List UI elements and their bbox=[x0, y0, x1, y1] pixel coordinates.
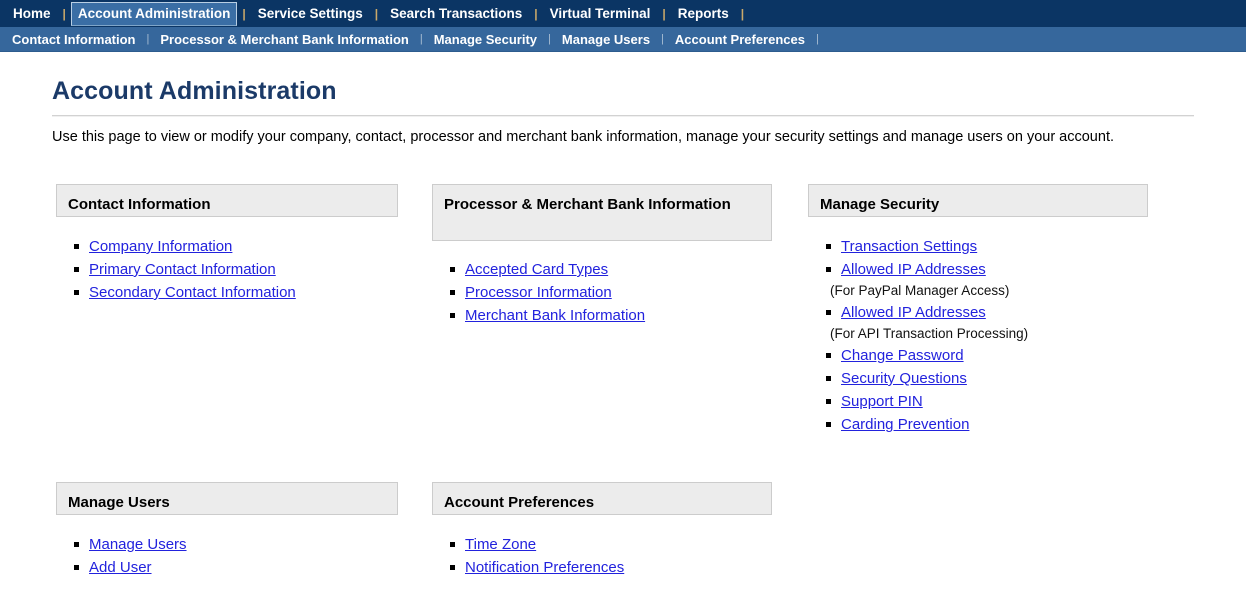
nav-separator: | bbox=[62, 6, 66, 21]
card-account-preferences: Account Preferences Time Zone Notificati… bbox=[432, 482, 772, 579]
nav-separator: | bbox=[740, 6, 745, 21]
page-title: Account Administration bbox=[52, 77, 337, 105]
list-item: Processor Information bbox=[432, 281, 772, 304]
link-time-zone[interactable]: Time Zone bbox=[465, 536, 536, 553]
link-carding-prevention[interactable]: Carding Prevention bbox=[841, 416, 969, 433]
link-secondary-contact-information[interactable]: Secondary Contact Information bbox=[89, 284, 296, 301]
link-allowed-ip-addresses-api[interactable]: Allowed IP Addresses bbox=[841, 304, 986, 321]
subnav-separator: | bbox=[815, 33, 819, 45]
card-header-account-preferences: Account Preferences bbox=[432, 482, 772, 515]
card-manage-security: Manage Security Transaction Settings All… bbox=[808, 184, 1148, 436]
list-item: Company Information bbox=[56, 235, 398, 258]
link-list-account-preferences: Time Zone Notification Preferences bbox=[432, 533, 772, 579]
card-header-contact-information: Contact Information bbox=[56, 184, 398, 217]
nav-separator: | bbox=[534, 6, 538, 21]
link-company-information[interactable]: Company Information bbox=[89, 238, 232, 255]
subnav-item-manage-users[interactable]: Manage Users bbox=[556, 29, 656, 50]
note-api-transaction-processing: (For API Transaction Processing) bbox=[830, 326, 1029, 341]
card-header-manage-users: Manage Users bbox=[56, 482, 398, 515]
subnav-separator: | bbox=[146, 33, 150, 45]
page-description: Use this page to view or modify your com… bbox=[52, 129, 1114, 145]
subnav-item-processor-merchant-bank-information[interactable]: Processor & Merchant Bank Information bbox=[154, 29, 415, 50]
list-item: Allowed IP Addresses bbox=[808, 258, 1148, 281]
note-paypal-manager-access: (For PayPal Manager Access) bbox=[830, 283, 1010, 298]
link-transaction-settings[interactable]: Transaction Settings bbox=[841, 238, 977, 255]
list-item: Accepted Card Types bbox=[432, 258, 772, 281]
nav-item-search-transactions[interactable]: Search Transactions bbox=[383, 2, 529, 26]
list-item: Carding Prevention bbox=[808, 413, 1148, 436]
card-processor-merchant-bank-information: Processor & Merchant Bank Information Ac… bbox=[432, 184, 772, 327]
nav-item-reports[interactable]: Reports bbox=[671, 2, 736, 26]
link-list-contact-information: Company Information Primary Contact Info… bbox=[56, 235, 398, 304]
subnav-item-contact-information[interactable]: Contact Information bbox=[6, 29, 142, 50]
link-allowed-ip-addresses-manager[interactable]: Allowed IP Addresses bbox=[841, 261, 986, 278]
link-security-questions[interactable]: Security Questions bbox=[841, 370, 967, 387]
card-header-manage-security: Manage Security bbox=[808, 184, 1148, 217]
link-change-password[interactable]: Change Password bbox=[841, 347, 964, 364]
subnav-item-manage-security[interactable]: Manage Security bbox=[428, 29, 543, 50]
nav-item-virtual-terminal[interactable]: Virtual Terminal bbox=[543, 2, 658, 26]
nav-separator: | bbox=[374, 6, 379, 21]
list-item: Time Zone bbox=[432, 533, 772, 556]
list-item: Notification Preferences bbox=[432, 556, 772, 579]
primary-navigation-bar: Home | Account Administration | Service … bbox=[0, 0, 1246, 27]
link-list-manage-security: Transaction Settings Allowed IP Addresse… bbox=[808, 235, 1148, 436]
card-manage-users: Manage Users Manage Users Add User bbox=[56, 482, 398, 579]
subnav-separator: | bbox=[548, 33, 551, 45]
subnav-separator: | bbox=[419, 33, 423, 45]
link-support-pin[interactable]: Support PIN bbox=[841, 393, 923, 410]
card-contact-information: Contact Information Company Information … bbox=[56, 184, 398, 304]
nav-separator: | bbox=[242, 6, 246, 21]
link-list-processor-merchant-bank-information: Accepted Card Types Processor Informatio… bbox=[432, 258, 772, 327]
nav-item-service-settings[interactable]: Service Settings bbox=[251, 2, 370, 26]
list-item: Primary Contact Information bbox=[56, 258, 398, 281]
secondary-navigation-bar: Contact Information | Processor & Mercha… bbox=[0, 27, 1246, 52]
list-item: Manage Users bbox=[56, 533, 398, 556]
card-header-processor-merchant-bank-information: Processor & Merchant Bank Information bbox=[432, 184, 772, 241]
link-merchant-bank-information[interactable]: Merchant Bank Information bbox=[465, 307, 645, 324]
link-notification-preferences[interactable]: Notification Preferences bbox=[465, 559, 624, 576]
list-item: Security Questions bbox=[808, 367, 1148, 390]
list-item: Allowed IP Addresses bbox=[808, 301, 1148, 324]
nav-item-account-administration[interactable]: Account Administration bbox=[70, 1, 238, 26]
link-primary-contact-information[interactable]: Primary Contact Information bbox=[89, 261, 276, 278]
link-processor-information[interactable]: Processor Information bbox=[465, 284, 612, 301]
link-manage-users[interactable]: Manage Users bbox=[89, 536, 187, 553]
nav-separator: | bbox=[662, 6, 666, 21]
subnav-separator: | bbox=[661, 33, 664, 45]
list-item: Secondary Contact Information bbox=[56, 281, 398, 304]
link-accepted-card-types[interactable]: Accepted Card Types bbox=[465, 261, 608, 278]
list-item: Transaction Settings bbox=[808, 235, 1148, 258]
list-item: Add User bbox=[56, 556, 398, 579]
list-item: Merchant Bank Information bbox=[432, 304, 772, 327]
list-item: Support PIN bbox=[808, 390, 1148, 413]
link-add-user[interactable]: Add User bbox=[89, 559, 152, 576]
nav-item-home[interactable]: Home bbox=[6, 2, 58, 26]
subnav-item-account-preferences[interactable]: Account Preferences bbox=[669, 29, 811, 50]
link-list-manage-users: Manage Users Add User bbox=[56, 533, 398, 579]
list-item: Change Password bbox=[808, 344, 1148, 367]
title-divider bbox=[52, 115, 1194, 117]
page-content: Account Administration Use this page to … bbox=[0, 77, 1246, 576]
